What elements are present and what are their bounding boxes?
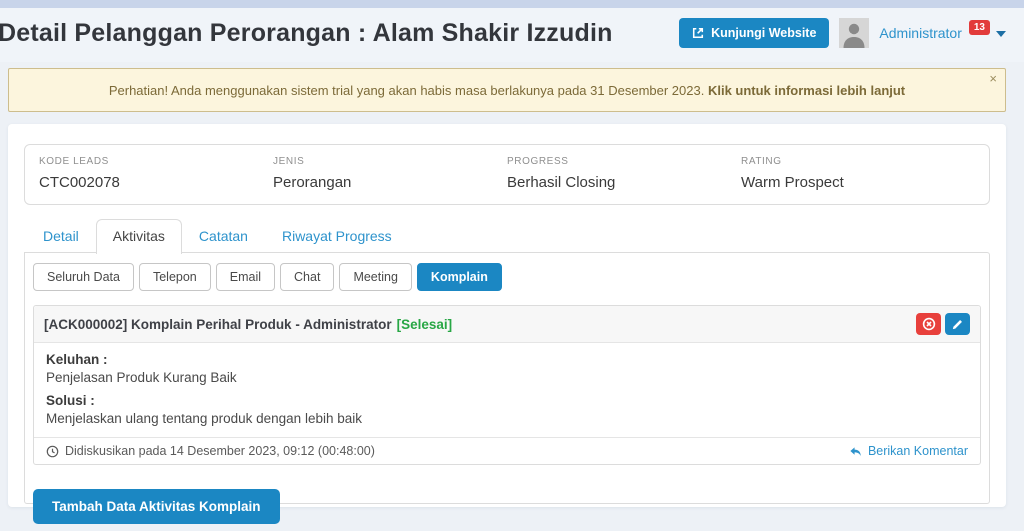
solusi-label: Solusi : — [46, 393, 95, 408]
delete-circle-x-icon — [922, 317, 936, 331]
complaint-footer: Didiskusikan pada 14 Desember 2023, 09:1… — [34, 437, 980, 464]
tab-detail[interactable]: Detail — [26, 219, 96, 253]
chevron-down-icon — [996, 31, 1006, 37]
status-badge: [Selesai] — [396, 316, 453, 332]
visit-website-label: Kunjungi Website — [711, 26, 817, 40]
filter-komplain[interactable]: Komplain — [416, 263, 502, 291]
field-value: Perorangan — [273, 174, 352, 191]
external-link-icon — [692, 27, 704, 39]
detail-tabs: Detail Aktivitas Catatan Riwayat Progres… — [24, 219, 990, 254]
clock-icon — [46, 445, 59, 458]
field-value: Warm Prospect — [741, 174, 844, 191]
activity-type-filters: Seluruh Data Telepon Email Chat Meeting … — [33, 263, 981, 291]
field-kode-leads: KODE LEADS CTC002078 — [39, 156, 273, 191]
page-title: Detail Pelanggan Perorangan : Alam Shaki… — [0, 18, 613, 47]
notification-badge: 13 — [968, 20, 990, 35]
field-label: RATING — [741, 156, 782, 167]
solusi-text: Menjelaskan ulang tentang produk dengan … — [46, 411, 362, 426]
tab-aktivitas[interactable]: Aktivitas — [95, 219, 182, 254]
field-progress: PROGRESS Berhasil Closing — [507, 156, 741, 191]
visit-website-button[interactable]: Kunjungi Website — [679, 18, 830, 48]
field-label: PROGRESS — [507, 156, 569, 167]
complaint-title-text: [ACK000002] Komplain Perihal Produk - Ad… — [44, 316, 392, 332]
user-dropdown[interactable]: Administrator 13 — [879, 20, 1006, 43]
avatar[interactable] — [839, 18, 870, 48]
filter-meeting[interactable]: Meeting — [339, 263, 412, 291]
give-comment-label: Berikan Komentar — [867, 444, 968, 458]
field-rating: RATING Warm Prospect — [741, 156, 975, 191]
filter-email[interactable]: Email — [215, 263, 276, 291]
field-label: JENIS — [273, 156, 305, 167]
keluhan-label: Keluhan : — [46, 352, 108, 367]
tab-riwayat-progress[interactable]: Riwayat Progress — [265, 219, 409, 253]
lead-summary: KODE LEADS CTC002078 JENIS Perorangan PR… — [24, 144, 990, 205]
filter-seluruh-data[interactable]: Seluruh Data — [33, 263, 134, 291]
delete-button[interactable] — [916, 313, 941, 335]
complaint-item: [ACK000002] Komplain Perihal Produk - Ad… — [33, 305, 981, 465]
discussed-text: Didiskusikan pada 14 Desember 2023, 09:1… — [65, 444, 375, 458]
keluhan-text: Penjelasan Produk Kurang Baik — [46, 370, 237, 385]
close-icon[interactable]: × — [989, 72, 997, 85]
customer-detail-card: KODE LEADS CTC002078 JENIS Perorangan PR… — [8, 124, 1006, 524]
pencil-icon — [951, 318, 964, 331]
field-label: KODE LEADS — [39, 156, 109, 167]
field-value: CTC002078 — [39, 174, 120, 191]
page-header: Detail Pelanggan Perorangan : Alam Shaki… — [0, 8, 1024, 62]
tab-catatan[interactable]: Catatan — [182, 219, 265, 253]
filter-chat[interactable]: Chat — [280, 263, 335, 291]
trial-warning-banner: Perhatian! Anda menggunakan sistem trial… — [8, 68, 1006, 112]
reply-arrow-icon — [849, 445, 862, 458]
field-value: Berhasil Closing — [507, 174, 616, 191]
filter-telepon[interactable]: Telepon — [138, 263, 211, 291]
complaint-header: [ACK000002] Komplain Perihal Produk - Ad… — [34, 306, 980, 343]
give-comment-link[interactable]: Berikan Komentar — [849, 444, 968, 458]
complaint-body: Keluhan : Penjelasan Produk Kurang Baik … — [34, 343, 980, 437]
aktivitas-tab-panel: Seluruh Data Telepon Email Chat Meeting … — [24, 252, 990, 524]
trial-warning-text: Perhatian! Anda menggunakan sistem trial… — [108, 83, 708, 98]
top-strip — [0, 0, 1024, 8]
edit-button[interactable] — [945, 313, 970, 335]
header-actions: Kunjungi Website Administrator 13 — [679, 18, 1006, 48]
complaint-title: [ACK000002] Komplain Perihal Produk - Ad… — [44, 317, 452, 332]
discussed-timestamp: Didiskusikan pada 14 Desember 2023, 09:1… — [46, 444, 375, 458]
user-name: Administrator — [879, 25, 962, 41]
trial-warning-link[interactable]: Klik untuk informasi lebih lanjut — [708, 83, 905, 98]
field-jenis: JENIS Perorangan — [273, 156, 507, 191]
add-complaint-activity-button[interactable]: Tambah Data Aktivitas Komplain — [33, 489, 280, 524]
complaint-actions — [916, 313, 970, 335]
